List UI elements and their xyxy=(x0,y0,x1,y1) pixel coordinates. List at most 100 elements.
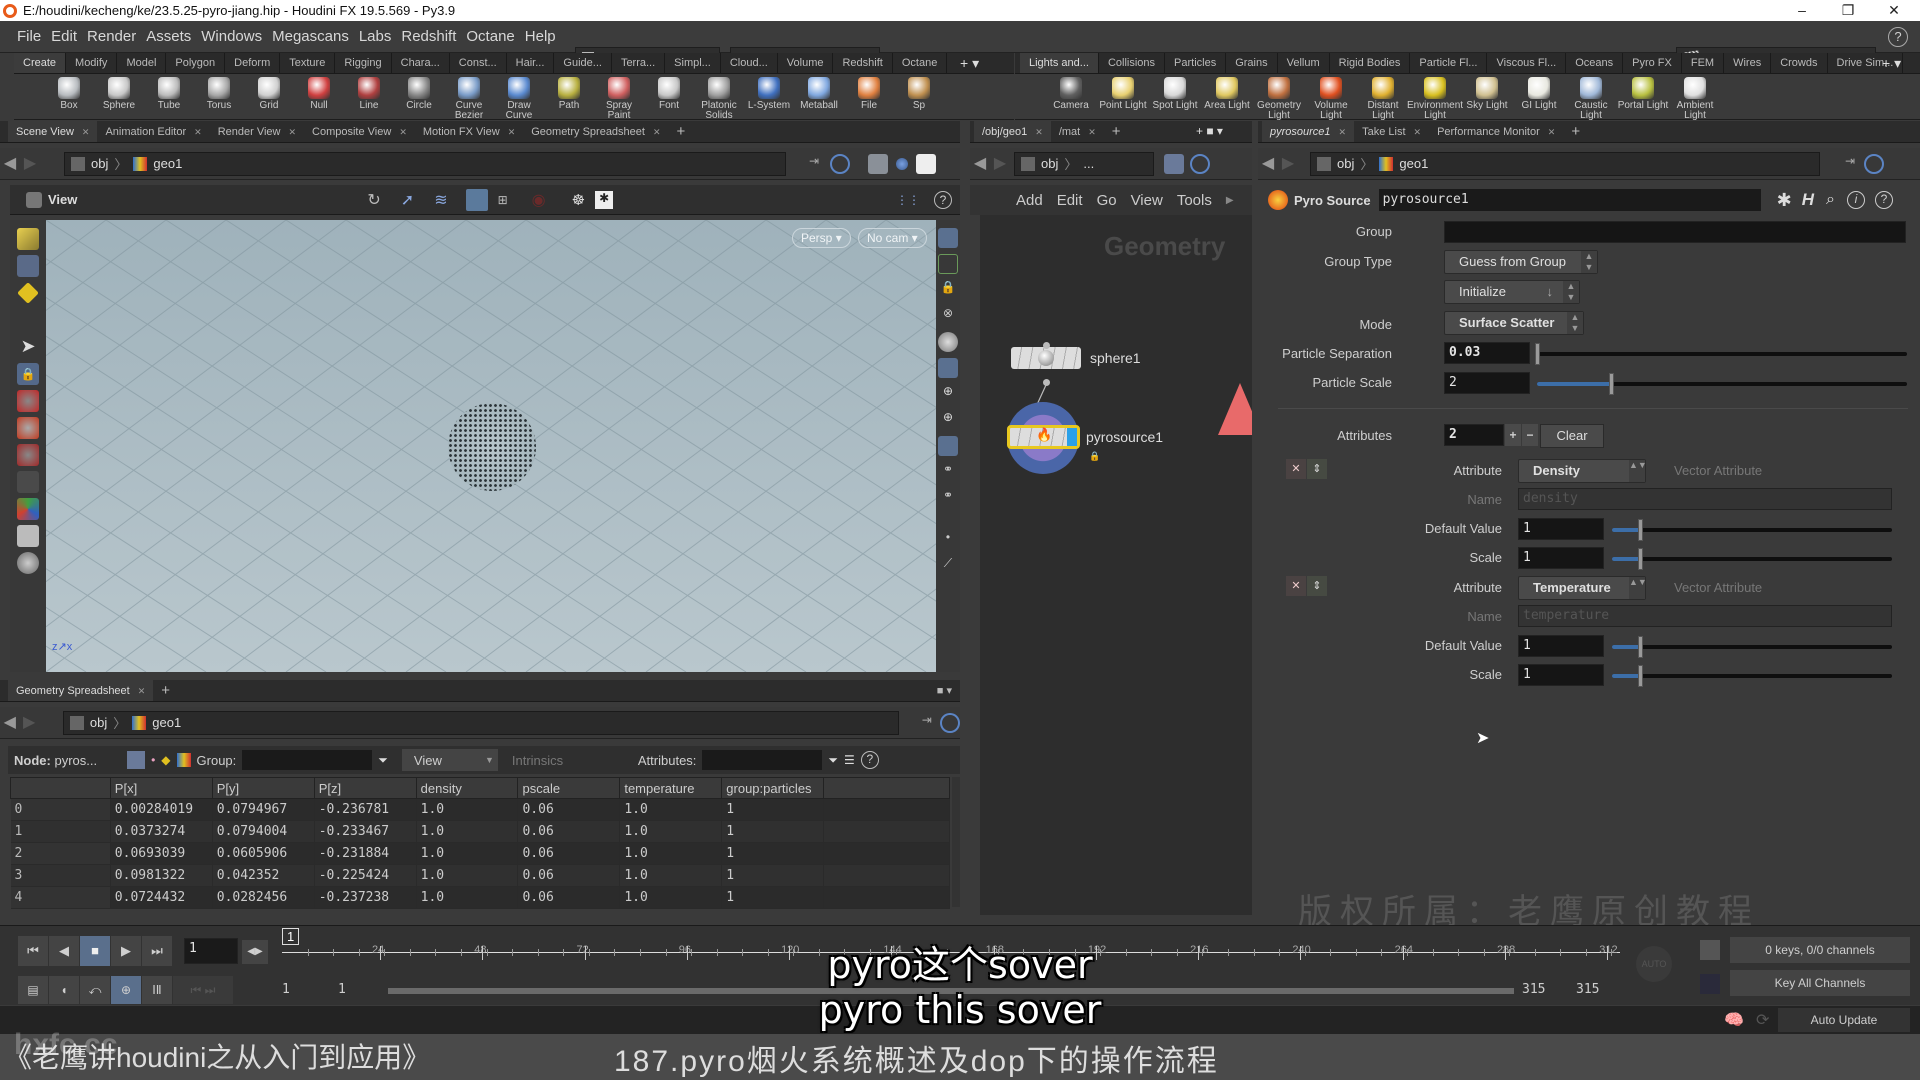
table-cell[interactable] xyxy=(823,820,950,843)
shelf-tab-chara[interactable]: Chara... xyxy=(392,53,450,73)
normal-light-icon[interactable] xyxy=(938,358,958,378)
shelf-tool-torus[interactable]: Torus xyxy=(194,74,244,111)
shelf-tool-font[interactable]: Font xyxy=(644,74,694,111)
default-value-field[interactable]: 1 xyxy=(1518,635,1604,657)
headlight-icon[interactable] xyxy=(938,332,958,352)
table-cell[interactable] xyxy=(823,864,950,887)
net-menu-more-icon[interactable]: ▶ xyxy=(1226,195,1234,206)
net-menu-add[interactable]: Add xyxy=(1016,192,1043,209)
group-filter-field[interactable] xyxy=(242,750,373,770)
close-tab-icon[interactable]: ✕ xyxy=(653,121,661,143)
table-cell[interactable]: -0.237238 xyxy=(314,886,417,909)
shelf-tab-volume[interactable]: Volume xyxy=(778,53,834,73)
menu-megascans[interactable]: Megascans xyxy=(267,28,354,45)
move-tool-icon[interactable] xyxy=(17,390,39,412)
shelf-tab-deform[interactable]: Deform xyxy=(225,53,281,73)
slider-handle[interactable] xyxy=(1638,665,1643,687)
net-display-icon[interactable] xyxy=(1164,153,1184,174)
close-tab-icon[interactable]: ✕ xyxy=(138,680,146,702)
param-pin-icon[interactable]: ⇥ xyxy=(1840,154,1860,174)
table-cell[interactable]: 0.0282456 xyxy=(212,886,315,909)
close-tab-icon[interactable]: ✕ xyxy=(1035,121,1043,143)
display-ghost-icon[interactable] xyxy=(938,228,958,248)
shelf-tab-model[interactable]: Model xyxy=(117,53,167,73)
shelf-tool-environment-light[interactable]: Environment Light xyxy=(1407,74,1463,121)
shelf-tool-path[interactable]: Path xyxy=(544,74,594,111)
net-menu-tools[interactable]: Tools xyxy=(1177,192,1212,209)
shelf-tab-lights-and[interactable]: Lights and... xyxy=(1020,53,1099,73)
column-header[interactable] xyxy=(10,777,111,799)
table-cell[interactable]: 0.042352 xyxy=(212,864,315,887)
close-tab-icon[interactable]: ✕ xyxy=(399,121,407,143)
table-cell[interactable]: 1.0 xyxy=(416,798,519,821)
display-flag[interactable] xyxy=(1067,428,1077,446)
camera-menu[interactable]: No cam ▾ xyxy=(858,228,927,248)
table-cell[interactable]: 0.06 xyxy=(517,864,621,887)
ss-forward-arrow-icon[interactable]: ▶ xyxy=(19,713,38,733)
shelf-tab-grains[interactable]: Grains xyxy=(1226,53,1278,73)
select-tool-icon[interactable]: ➤ xyxy=(17,336,39,358)
ss-path-geo1[interactable]: geo1 xyxy=(152,715,181,730)
stereo-play-icon[interactable]: ⚭ xyxy=(938,488,958,508)
light-view-icon[interactable] xyxy=(896,157,908,170)
scale-field[interactable]: 1 xyxy=(1518,547,1604,569)
table-cell[interactable]: 0.06 xyxy=(517,842,621,865)
shelf-tab-wires[interactable]: Wires xyxy=(1724,53,1772,73)
param-forward-arrow-icon[interactable]: ▶ xyxy=(1278,154,1298,174)
default-value-field[interactable]: 1 xyxy=(1518,518,1604,540)
table-cell[interactable]: 1.0 xyxy=(416,864,519,887)
slider-handle[interactable] xyxy=(1609,373,1614,395)
tab-take-list[interactable]: Take List ✕ xyxy=(1354,121,1429,142)
shelf-tool-spray-paint[interactable]: Spray Paint xyxy=(594,74,644,121)
shelf-tab-terra[interactable]: Terra... xyxy=(612,53,666,73)
network-pane-add[interactable]: + ■ ▾ xyxy=(1196,124,1223,138)
param-help-icon[interactable]: ? xyxy=(1874,191,1893,209)
point-display-icon[interactable]: • xyxy=(938,530,958,550)
display-options-toggle-icon[interactable]: ⋮⋮ xyxy=(896,193,920,207)
shelf-tool-draw-curve[interactable]: Draw Curve xyxy=(494,74,544,121)
tab-performance-monitor[interactable]: Performance Monitor ✕ xyxy=(1429,121,1563,142)
shelf-tab-simpl[interactable]: Simpl... xyxy=(665,53,721,73)
pin-icon[interactable]: ⇥ xyxy=(804,154,824,174)
sphere1-output[interactable] xyxy=(1043,379,1050,386)
intrinsics-dropdown[interactable]: Intrinsics xyxy=(512,753,632,768)
close-tab-icon[interactable]: ✕ xyxy=(1339,121,1347,143)
remove-attribute-button[interactable]: ✕ xyxy=(1286,576,1306,596)
scale-slider[interactable] xyxy=(1612,665,1892,687)
shelf-tool-line[interactable]: Line xyxy=(344,74,394,111)
slider-handle[interactable] xyxy=(1638,636,1643,658)
view-tool-icon-2[interactable] xyxy=(17,552,39,574)
shelf-tool-box[interactable]: Box xyxy=(44,74,94,111)
shelf-tool-geometry-light[interactable]: Geometry Light xyxy=(1253,74,1305,121)
param-link-icon[interactable] xyxy=(1864,153,1884,174)
table-cell[interactable]: 1.0 xyxy=(619,842,723,865)
net-forward-arrow-icon[interactable]: ▶ xyxy=(990,154,1010,174)
table-cell[interactable]: 0.0693039 xyxy=(110,842,213,865)
table-cell[interactable]: 1.0 xyxy=(619,820,723,843)
shelf-tool-volume-light[interactable]: Volume Light xyxy=(1305,74,1357,121)
settings-icon[interactable]: ✱ xyxy=(595,190,614,209)
table-cell[interactable]: 0.0373274 xyxy=(110,820,213,843)
attributes-remove-button[interactable]: − xyxy=(1522,424,1538,446)
ss-path-field[interactable]: obj 〉 geo1 xyxy=(62,710,900,735)
param-path-obj[interactable]: obj xyxy=(1337,156,1354,171)
snapshot-icon[interactable]: ☸ xyxy=(572,191,585,209)
scale-field[interactable]: 1 xyxy=(1518,664,1604,686)
add-tab-button[interactable]: + xyxy=(1104,121,1129,142)
shelf-tool-sky-light[interactable]: Sky Light xyxy=(1461,74,1513,111)
spreadsheet-scrollbar[interactable] xyxy=(952,777,960,907)
attribute-dropdown[interactable]: Temperature ▲▼ xyxy=(1518,576,1647,600)
maximize-button[interactable]: ❐ xyxy=(1826,0,1870,21)
attributes-add-button[interactable]: + xyxy=(1505,424,1521,446)
table-cell[interactable] xyxy=(823,798,950,821)
add-tab-button[interactable]: + xyxy=(153,680,178,701)
table-cell[interactable]: -0.233467 xyxy=(314,820,417,843)
table-cell[interactable]: 0.0724432 xyxy=(110,886,213,909)
hq-light-icon[interactable]: ⊕ xyxy=(938,384,958,404)
primitive-mode-icon[interactable] xyxy=(17,282,39,304)
node-sphere1[interactable] xyxy=(1011,347,1081,369)
close-tab-icon[interactable]: ✕ xyxy=(1548,121,1556,143)
record-icon[interactable]: ◉ xyxy=(532,190,546,210)
ss-link-icon[interactable] xyxy=(940,712,960,733)
shelf-tab-rigging[interactable]: Rigging xyxy=(335,53,392,73)
